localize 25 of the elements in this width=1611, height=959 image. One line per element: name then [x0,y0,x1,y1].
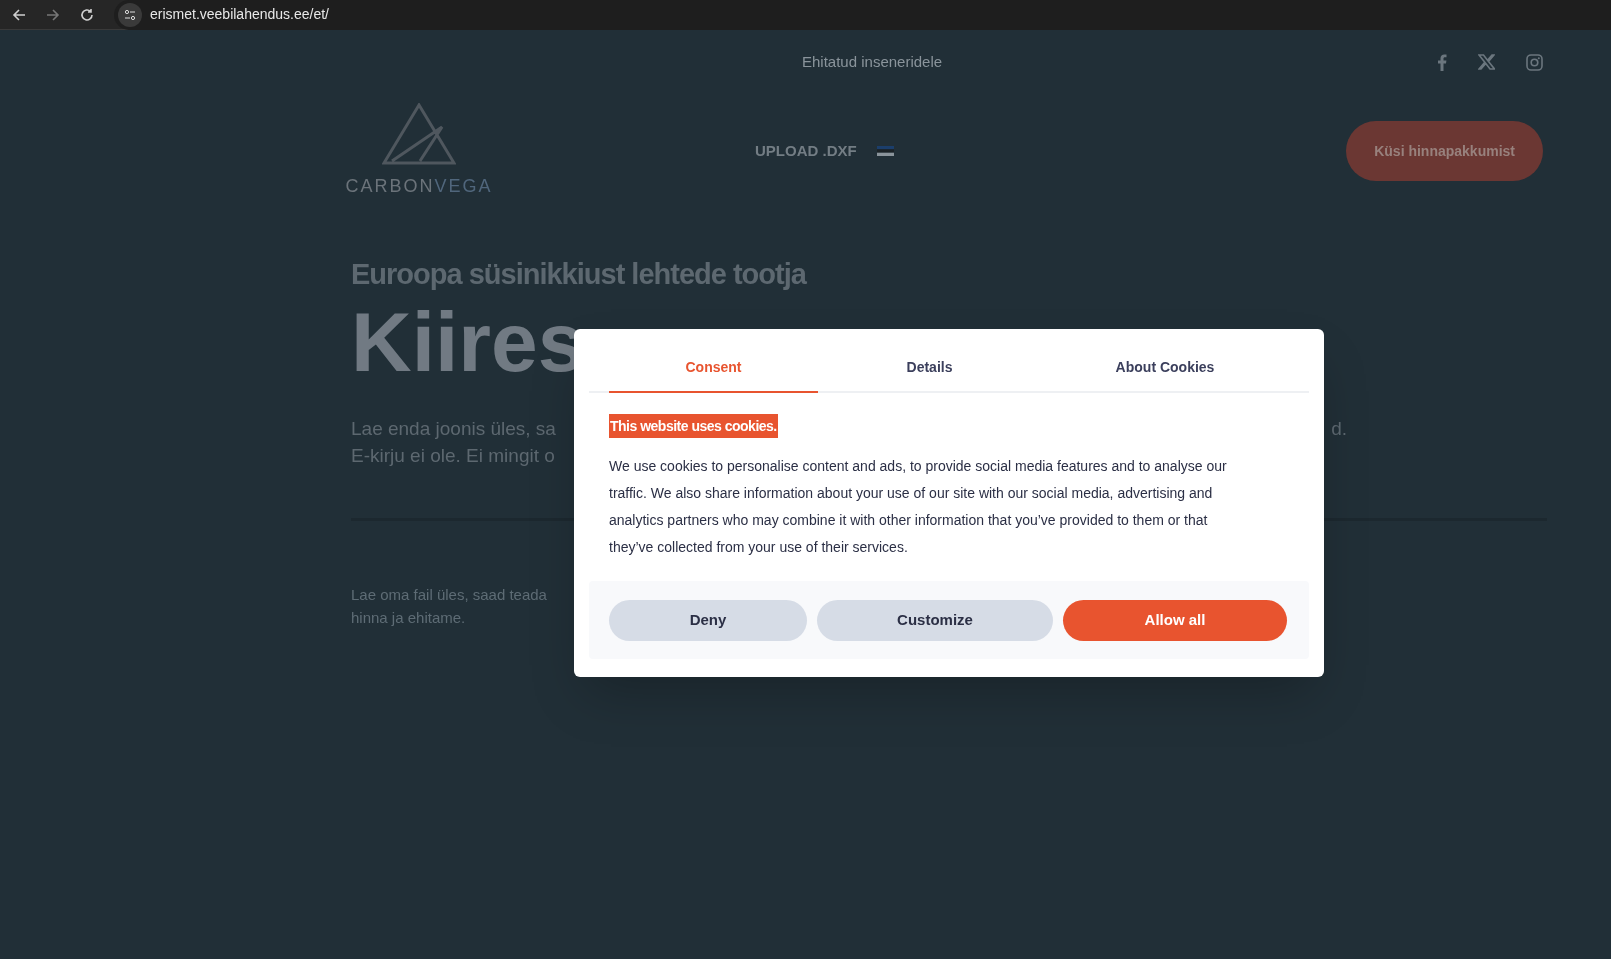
allow-button[interactable]: Allow all [1063,599,1287,641]
dialog-heading: This website uses cookies. [609,414,778,438]
hero-kicker: Euroopa süsinikkiust lehtede tootja [351,257,808,292]
hero-text: E-kirju ei ole. Ei mingit o [351,443,555,468]
logo-icon [382,102,456,165]
dialog-button[interactable]: Customize [817,599,1053,641]
back-icon[interactable] [12,7,26,22]
reload-icon[interactable] [80,7,94,22]
hero-text: Lae enda joonis üles, sa [351,416,556,441]
hero-text: d. [1331,416,1347,441]
instagram-icon[interactable] [1526,53,1543,71]
hero-title: Kiires [351,296,585,387]
url-text[interactable]: erismet.veebilahendus.ee/et/ [150,4,329,25]
dialog-tab[interactable]: Details [818,343,1041,393]
forward-icon[interactable] [46,7,60,22]
site-settings-icon[interactable] [118,2,142,27]
dialog-tab[interactable]: About Cookies [1041,343,1289,393]
tagline: Ehitatud inseneridele [802,51,943,72]
dialog-button[interactable]: Deny [609,599,807,641]
upload-note: Lae oma fail üles, saad teada hinna ja ehitame. [351,584,548,628]
flag-icon[interactable] [876,146,894,156]
dialog-body: We use cookies to personalise content and ads, to provide social media features and to analyse our traffic. We also share information about your use of our site with our social media, advertising and analytics partners who may combine it with other information that you’ve provided to them or that they’ve collected from your use of their services. [609,457,1228,557]
x-icon[interactable] [1478,54,1495,70]
facebook-icon[interactable] [1437,53,1447,71]
dialog-tab[interactable]: Consent [609,343,818,393]
